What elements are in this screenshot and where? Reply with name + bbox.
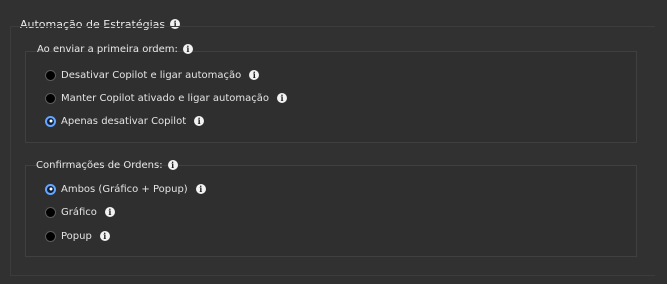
- info-icon[interactable]: i: [99, 231, 110, 241]
- radio-label[interactable]: Ambos (Gráfico + Popup): [61, 184, 188, 195]
- first-order-title-label: Ao enviar a primeira ordem:: [37, 43, 178, 55]
- order-confirmations-title-label: Confirmações de Ordens:: [36, 159, 163, 171]
- radio-button[interactable]: [45, 92, 56, 104]
- radio-label[interactable]: Manter Copilot ativado e ligar automação: [61, 93, 269, 104]
- info-icon[interactable]: i: [249, 70, 260, 80]
- radio-option-grafico[interactable]: Gráfico i: [45, 204, 115, 220]
- radio-option-desativar-copilot[interactable]: Desativar Copilot e ligar automação i: [45, 67, 260, 83]
- radio-option-ambos[interactable]: Ambos (Gráfico + Popup) i: [45, 181, 206, 197]
- order-confirmations-title: Confirmações de Ordens: i: [36, 157, 178, 173]
- radio-label[interactable]: Desativar Copilot e ligar automação: [61, 70, 241, 81]
- radio-label[interactable]: Apenas desativar Copilot: [61, 116, 186, 127]
- radio-option-popup[interactable]: Popup i: [45, 228, 110, 244]
- info-icon[interactable]: i: [167, 160, 178, 170]
- radio-button-selected[interactable]: [45, 115, 56, 127]
- radio-button[interactable]: [45, 206, 56, 218]
- order-confirmations-group: [25, 165, 637, 257]
- radio-button-selected[interactable]: [45, 183, 56, 195]
- radio-button[interactable]: [45, 230, 56, 242]
- radio-label[interactable]: Gráfico: [61, 207, 97, 218]
- info-icon[interactable]: i: [182, 44, 193, 54]
- info-icon[interactable]: i: [276, 93, 287, 103]
- info-icon[interactable]: i: [194, 116, 205, 126]
- radio-label[interactable]: Popup: [61, 231, 92, 242]
- radio-option-manter-copilot[interactable]: Manter Copilot ativado e ligar automação…: [45, 90, 287, 106]
- info-icon[interactable]: i: [104, 207, 115, 217]
- radio-button[interactable]: [45, 69, 56, 81]
- first-order-title: Ao enviar a primeira ordem: i: [37, 41, 193, 57]
- radio-option-apenas-desativar[interactable]: Apenas desativar Copilot i: [45, 113, 205, 129]
- info-icon[interactable]: i: [195, 184, 206, 194]
